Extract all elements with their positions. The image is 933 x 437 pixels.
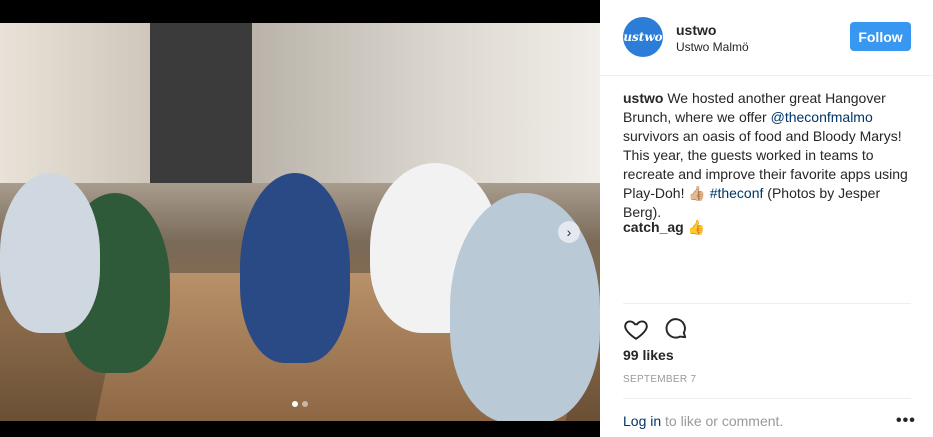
divider [623,303,911,304]
post-header: ustwo ustwo Ustwo Malmö Follow [600,0,933,76]
comment-icon[interactable] [663,316,689,342]
caption-username[interactable]: ustwo [623,90,663,106]
heart-icon[interactable] [623,316,649,342]
photo-background [0,23,600,183]
caption-mention-link[interactable]: @theconfmalmo [771,109,873,125]
login-prompt-text: to like or comment. [661,413,784,429]
likes-count[interactable]: 99 likes [623,347,674,363]
post-actions [623,316,689,342]
post-photo[interactable]: › [0,23,600,421]
post-username[interactable]: ustwo [676,22,716,38]
carousel-next-arrow-icon[interactable]: › [558,221,580,243]
caption-hashtag-link[interactable]: #theconf [710,185,764,201]
avatar[interactable]: ustwo [623,17,663,57]
post-media: › [0,0,600,437]
carousel-dot-active [292,401,298,407]
post-side-panel: ustwo ustwo Ustwo Malmö Follow ustwo We … [600,0,933,437]
comment-text: 👍 [683,219,706,235]
post-caption: ustwo We hosted another great Hangover B… [623,89,915,222]
post-location[interactable]: Ustwo Malmö [676,40,749,54]
photo-person [0,173,100,333]
comment-item: catch_ag 👍 [623,219,705,236]
divider [623,398,911,399]
login-link[interactable]: Log in [623,413,661,429]
carousel-dot [302,401,308,407]
login-prompt: Log in to like or comment. [623,413,783,429]
carousel-dots [292,401,308,407]
follow-button[interactable]: Follow [850,22,911,51]
avatar-logo-text: ustwo [623,30,663,44]
post-date[interactable]: SEPTEMBER 7 [623,374,696,385]
more-options-icon[interactable]: ••• [896,412,916,430]
comment-username[interactable]: catch_ag [623,219,684,235]
photo-person [240,173,350,363]
